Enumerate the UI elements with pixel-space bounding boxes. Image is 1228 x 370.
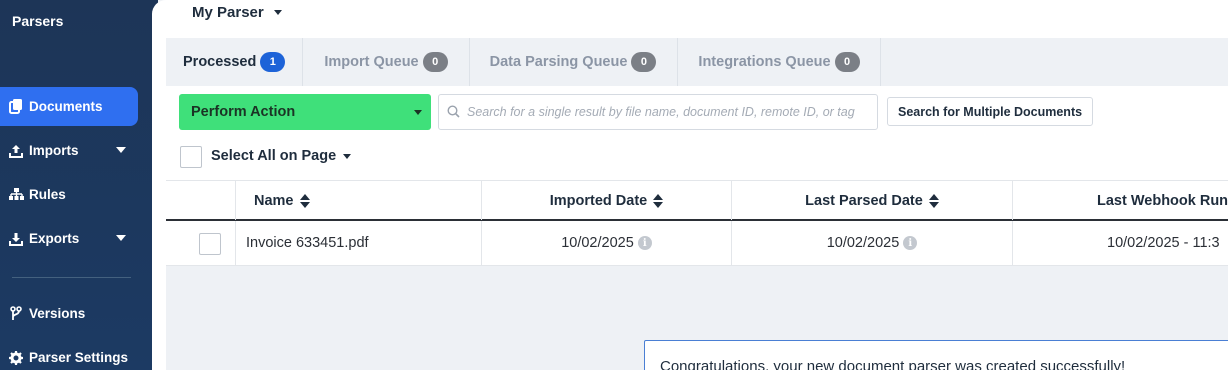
column-header-last-webhook-run[interactable]: Last Webhook Run bbox=[1012, 181, 1228, 220]
select-all-checkbox[interactable] bbox=[180, 146, 202, 168]
sidebar-item-label: Exports bbox=[29, 231, 80, 246]
caret-down-icon bbox=[273, 10, 282, 15]
table-row[interactable]: Invoice 633451.pdf 10/02/2025 i 10/02/20… bbox=[166, 221, 1228, 266]
column-header-imported-date[interactable]: Imported Date bbox=[481, 181, 731, 220]
column-label: Last Webhook Run bbox=[1097, 192, 1228, 209]
tab-label: Import Queue bbox=[324, 54, 419, 70]
sidebar-item-label: Parser Settings bbox=[29, 350, 129, 365]
column-label: Name bbox=[254, 192, 294, 209]
sidebar-item-versions[interactable]: Versions bbox=[0, 294, 138, 333]
gear-icon bbox=[8, 350, 24, 366]
content-corner bbox=[152, 0, 166, 370]
select-all-label: Select All on Page bbox=[211, 148, 337, 164]
top-bar: My Parser bbox=[166, 0, 1228, 38]
rules-icon bbox=[8, 187, 24, 203]
imported-date: 10/02/2025 bbox=[561, 235, 634, 251]
toolbar: Perform Action Search for Multiple Docum… bbox=[166, 86, 1228, 138]
caret-down-icon bbox=[414, 110, 422, 115]
tab-label: Data Parsing Queue bbox=[489, 54, 628, 70]
column-header-name[interactable]: Name bbox=[235, 181, 481, 220]
sidebar-item-label: Imports bbox=[29, 143, 79, 158]
column-header-last-parsed-date[interactable]: Last Parsed Date bbox=[731, 181, 1012, 220]
cell-name[interactable]: Invoice 633451.pdf bbox=[235, 221, 481, 265]
parser-name: My Parser bbox=[192, 4, 264, 21]
document-name: Invoice 633451.pdf bbox=[246, 235, 369, 251]
chevron-down-icon bbox=[116, 235, 126, 241]
sidebar-item-rules[interactable]: Rules bbox=[0, 175, 138, 214]
main-content: My Parser Processed 1 Import Queue 0 Dat… bbox=[166, 0, 1228, 370]
search-input[interactable] bbox=[467, 105, 877, 119]
tab-bar: Processed 1 Import Queue 0 Data Parsing … bbox=[166, 38, 881, 86]
row-checkbox[interactable] bbox=[199, 233, 221, 255]
cell-imported-date: 10/02/2025 i bbox=[481, 221, 731, 265]
table-header: Name Imported Date Last Parsed Date Last… bbox=[166, 180, 1228, 221]
tab-processed[interactable]: Processed 1 bbox=[166, 38, 304, 86]
sidebar-item-label: Documents bbox=[29, 99, 103, 114]
toast-message: Congratulations, your new document parse… bbox=[660, 358, 1126, 370]
select-all-row: Select All on Page bbox=[166, 138, 1228, 180]
tab-integrations-queue[interactable]: Integrations Queue 0 bbox=[678, 38, 881, 86]
sidebar-item-exports[interactable]: Exports bbox=[0, 219, 138, 258]
column-label: Imported Date bbox=[549, 192, 648, 209]
sidebar-item-label: Versions bbox=[29, 306, 86, 321]
info-icon[interactable]: i bbox=[637, 236, 652, 250]
tab-import-queue[interactable]: Import Queue 0 bbox=[303, 38, 470, 86]
sort-icon bbox=[299, 193, 310, 208]
sidebar-item-label: Rules bbox=[29, 187, 66, 202]
count-badge: 1 bbox=[260, 52, 286, 72]
cell-last-parsed-date: 10/02/2025 i bbox=[731, 221, 1012, 265]
perform-action-button[interactable]: Perform Action bbox=[179, 94, 431, 130]
sidebar-item-documents[interactable]: Documents bbox=[0, 87, 138, 126]
count-badge: 0 bbox=[834, 52, 860, 72]
sidebar-divider bbox=[12, 277, 131, 278]
search-icon bbox=[447, 105, 461, 119]
select-all-dropdown[interactable]: Select All on Page bbox=[211, 148, 352, 164]
tab-data-parsing-queue[interactable]: Data Parsing Queue 0 bbox=[470, 38, 679, 86]
cell-last-webhook-run: 10/02/2025 - 11:3 bbox=[1012, 221, 1228, 265]
perform-action-label: Perform Action bbox=[191, 104, 296, 120]
brand-title: Parsers bbox=[12, 13, 64, 29]
tab-label: Integrations Queue bbox=[698, 54, 831, 70]
sidebar: Parsers Documents Imports Rules Exports … bbox=[0, 0, 158, 370]
sort-icon bbox=[928, 193, 939, 208]
count-badge: 0 bbox=[422, 52, 448, 72]
search-box bbox=[438, 94, 878, 130]
sidebar-item-imports[interactable]: Imports bbox=[0, 131, 138, 170]
caret-down-icon bbox=[343, 153, 352, 159]
download-icon bbox=[8, 231, 24, 247]
upload-icon bbox=[8, 143, 24, 159]
webhook-date: 10/02/2025 - 11:3 bbox=[1107, 235, 1220, 251]
tab-label: Processed bbox=[183, 54, 257, 70]
count-badge: 0 bbox=[631, 52, 657, 72]
sort-icon bbox=[653, 193, 664, 208]
success-toast: Congratulations, your new document parse… bbox=[644, 340, 1228, 370]
chevron-down-icon bbox=[116, 147, 126, 153]
info-icon[interactable]: i bbox=[903, 236, 918, 250]
documents-icon bbox=[8, 99, 24, 115]
column-label: Last Parsed Date bbox=[805, 192, 923, 209]
parsed-date: 10/02/2025 bbox=[826, 235, 900, 251]
branch-icon bbox=[8, 306, 24, 322]
search-multiple-button[interactable]: Search for Multiple Documents bbox=[887, 97, 1094, 126]
sidebar-item-parser-settings[interactable]: Parser Settings bbox=[0, 338, 138, 370]
parser-selector[interactable]: My Parser bbox=[192, 4, 282, 21]
